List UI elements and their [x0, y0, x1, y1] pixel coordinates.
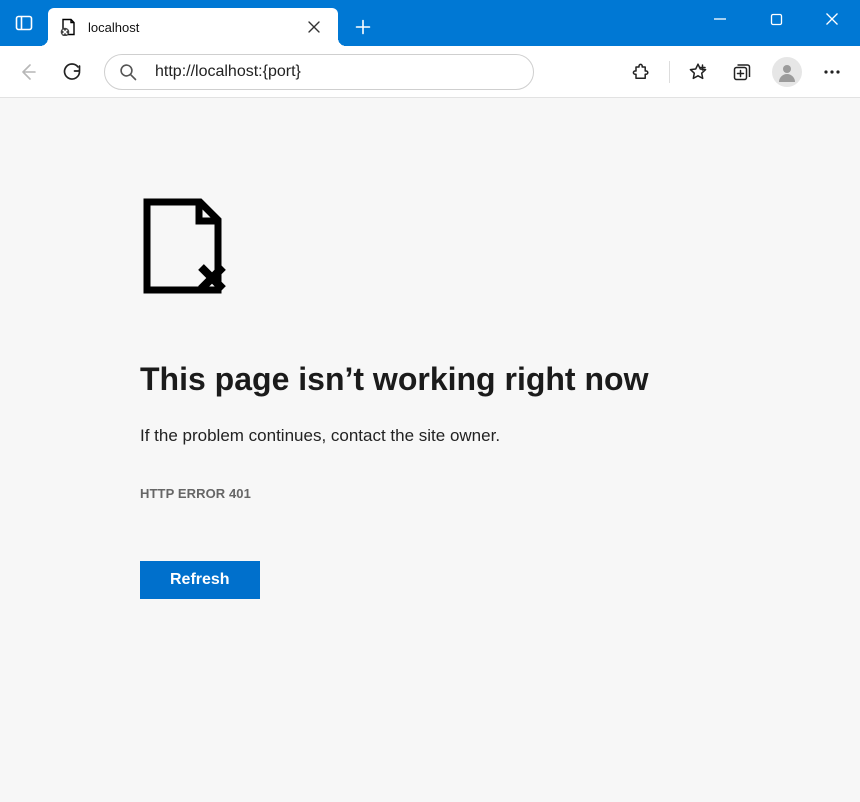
window-maximize-button[interactable]	[748, 0, 804, 38]
avatar-icon	[776, 61, 798, 83]
back-button[interactable]	[8, 52, 48, 92]
tab-error-favicon	[60, 18, 78, 36]
browser-titlebar: localhost	[0, 0, 860, 46]
window-minimize-button[interactable]	[692, 0, 748, 38]
arrow-left-icon	[18, 62, 38, 82]
page-error-icon	[140, 198, 700, 303]
window-controls	[692, 0, 860, 46]
minimize-icon	[713, 12, 727, 26]
maximize-icon	[770, 13, 783, 26]
error-refresh-button[interactable]: Refresh	[140, 561, 260, 599]
refresh-icon	[62, 62, 82, 82]
error-heading: This page isn’t working right now	[140, 361, 700, 398]
error-message: If the problem continues, contact the si…	[140, 426, 700, 446]
app-menu-button[interactable]	[812, 52, 852, 92]
tab-title: localhost	[88, 20, 302, 35]
extensions-button[interactable]	[621, 52, 661, 92]
page-viewport: This page isn’t working right now If the…	[0, 98, 860, 802]
plus-icon	[355, 19, 371, 35]
error-code: HTTP ERROR 401	[140, 486, 700, 501]
star-icon	[688, 62, 708, 82]
close-icon	[308, 21, 320, 33]
browser-tab[interactable]: localhost	[48, 8, 338, 46]
refresh-button[interactable]	[52, 52, 92, 92]
new-tab-button[interactable]	[342, 8, 384, 46]
profile-button[interactable]	[772, 57, 802, 87]
favorites-button[interactable]	[678, 52, 718, 92]
search-icon	[119, 63, 137, 81]
url-input[interactable]	[153, 62, 519, 82]
close-icon	[825, 12, 839, 26]
collections-button[interactable]	[722, 52, 762, 92]
window-close-button[interactable]	[804, 0, 860, 38]
puzzle-icon	[631, 62, 651, 82]
collections-icon	[732, 62, 752, 82]
more-horizontal-icon	[823, 63, 841, 81]
browser-toolbar	[0, 46, 860, 98]
tab-close-button[interactable]	[302, 15, 326, 39]
address-bar[interactable]	[104, 54, 534, 90]
toolbar-separator	[669, 61, 670, 83]
error-panel: This page isn’t working right now If the…	[140, 198, 700, 599]
